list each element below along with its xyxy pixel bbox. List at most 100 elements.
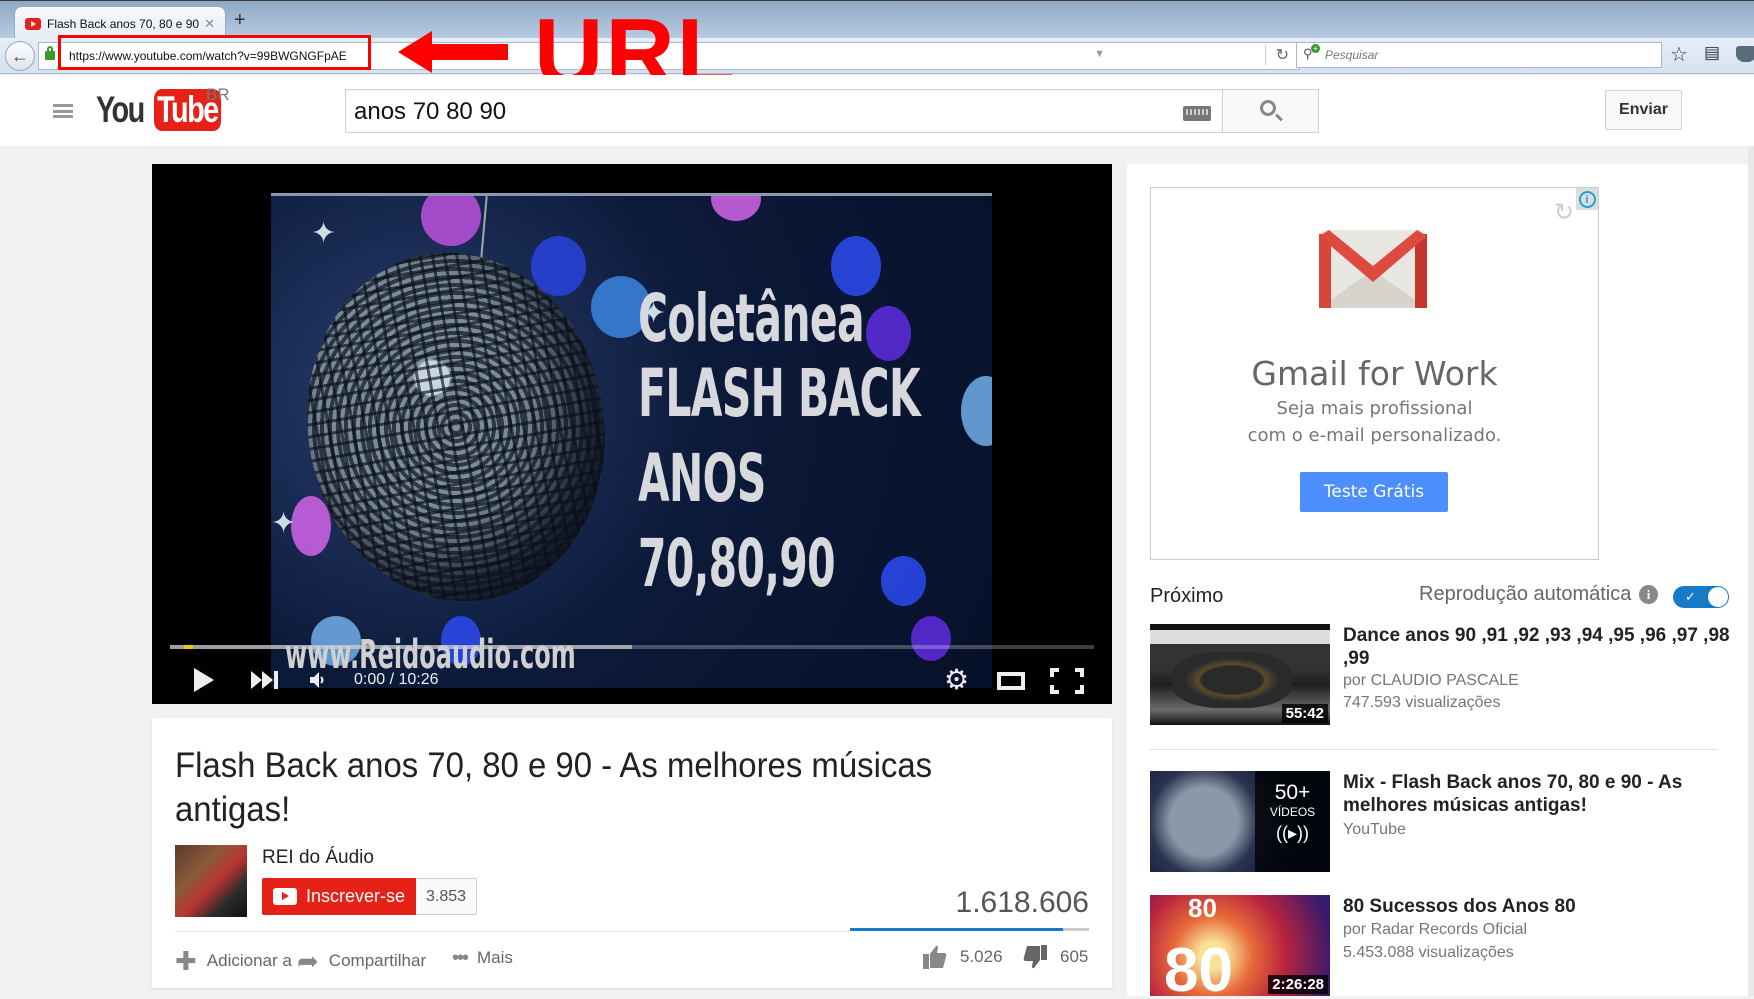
thumbnail-text: 80: [1188, 895, 1217, 923]
channel-name[interactable]: REI do Áudio: [262, 847, 374, 869]
new-tab-button[interactable]: +: [234, 9, 246, 32]
video-channel: por Radar Records Oficial: [1343, 921, 1528, 938]
mix-radio-icon: ((▸)): [1275, 823, 1309, 843]
sparkle-icon: ✦: [271, 507, 297, 540]
search-icon: [1259, 100, 1276, 116]
disco-ball-string: [480, 196, 488, 258]
keyboard-icon[interactable]: [1183, 106, 1211, 121]
share-button[interactable]: ➦ Compartilhar: [297, 948, 426, 974]
up-next-video[interactable]: 50+ VÍDEOS ((▸)) Mix - Flash Back anos 7…: [1150, 771, 1740, 875]
back-button[interactable]: ←: [5, 41, 35, 71]
more-button[interactable]: ••• Mais: [452, 948, 513, 968]
subscribe-label: Inscrever-se: [306, 886, 406, 906]
thumbs-down-icon: [1023, 945, 1047, 969]
volume-icon[interactable]: [308, 670, 328, 690]
add-to-label: Adicionar a: [206, 951, 292, 970]
overlay-line: FLASH BACK: [638, 355, 921, 432]
video-title[interactable]: Dance anos 90 ,91 ,92 ,93 ,94 ,95 ,96 ,9…: [1343, 624, 1738, 670]
bokeh-light: [531, 236, 586, 296]
likes-fill: [850, 928, 1064, 931]
info-icon: i: [1578, 190, 1596, 208]
turntable-image: [1172, 652, 1292, 708]
subscriber-count: 3.853: [416, 878, 478, 915]
video-title: Flash Back anos 70, 80 e 90 - As melhore…: [175, 746, 933, 829]
fullscreen-icon[interactable]: [1050, 668, 1084, 694]
theater-mode-icon[interactable]: [997, 672, 1025, 690]
up-next-video[interactable]: 55:42 Dance anos 90 ,91 ,92 ,93 ,94 ,95 …: [1150, 624, 1740, 728]
search-button[interactable]: [1222, 89, 1319, 133]
add-to-button[interactable]: ✚ Adicionar a: [175, 948, 292, 974]
bokeh-light: [421, 196, 481, 246]
ad-banner[interactable]: i ↻ Gmail for Work Seja mais profissiona…: [1150, 187, 1599, 560]
video-views: 5.453.088 visualizações: [1343, 944, 1514, 961]
youtube-header: You Tube BR anos 70 80 90 Enviar: [0, 75, 1754, 147]
reload-icon[interactable]: ↻: [1264, 45, 1289, 65]
thumbs-up-icon: [923, 945, 947, 969]
time-display: 0:00 / 10:26: [354, 671, 439, 688]
like-dislike-bar: [850, 928, 1089, 931]
sidebar: i ↻ Gmail for Work Seja mais profissiona…: [1127, 164, 1754, 996]
settings-gear-icon[interactable]: ⚙: [944, 666, 969, 694]
divider: [1150, 749, 1718, 750]
video-title[interactable]: 80 Sucessos dos Anos 80: [1343, 895, 1738, 918]
youtube-favicon-icon: [25, 17, 41, 30]
dislike-button[interactable]: 605: [1022, 944, 1088, 970]
player-controls: 0:00 / 10:26 ⚙: [152, 654, 1112, 704]
logo-you: You: [96, 89, 145, 130]
back-arrow-icon: ←: [11, 45, 29, 66]
next-icon[interactable]: [251, 671, 281, 689]
ad-cta-button[interactable]: Teste Grátis: [1300, 472, 1448, 512]
country-code: BR: [206, 85, 230, 104]
annotation-arrow-icon: [398, 31, 508, 73]
playhead[interactable]: [184, 645, 193, 649]
url-highlight-box: [58, 35, 371, 70]
tab-close-icon[interactable]: ✕: [204, 16, 215, 32]
bokeh-light: [881, 556, 926, 606]
bokeh-light: [866, 306, 911, 361]
up-next-video[interactable]: 80 80 2:26:28 80 Sucessos dos Anos 80 po…: [1150, 895, 1740, 999]
page-scrollbar[interactable]: [1748, 147, 1754, 996]
overlay-line: 70,80,90: [638, 525, 836, 602]
toggle-knob: [1708, 587, 1728, 607]
bookmarks-list-icon[interactable]: ▤: [1704, 43, 1720, 63]
like-button[interactable]: 5.026: [922, 944, 1003, 970]
menu-icon[interactable]: [53, 104, 73, 118]
ad-info-button[interactable]: i: [1576, 188, 1598, 210]
ad-description-line: com o e-mail personalizado.: [1247, 425, 1502, 446]
autoplay-info-icon[interactable]: i: [1639, 585, 1658, 604]
youtube-logo[interactable]: You Tube BR: [96, 85, 240, 131]
upload-button[interactable]: Enviar: [1605, 90, 1682, 130]
plus-icon: ✚: [175, 946, 197, 976]
view-count: 1.618.606: [955, 886, 1089, 919]
bokeh-light: [711, 196, 761, 221]
browser-search-input[interactable]: ⚲ + Pesquisar: [1296, 42, 1662, 68]
video-duration: 2:26:28: [1268, 975, 1328, 994]
bookmark-star-icon[interactable]: ☆: [1670, 42, 1688, 67]
video-thumbnail[interactable]: 55:42: [1150, 624, 1330, 725]
video-channel: por CLAUDIO PASCALE: [1343, 672, 1519, 689]
autoplay-toggle[interactable]: ✓: [1673, 586, 1729, 608]
playlist-thumbnail[interactable]: 50+ VÍDEOS ((▸)): [1150, 771, 1330, 872]
play-icon[interactable]: [194, 668, 214, 692]
search-placeholder: Pesquisar: [1325, 48, 1379, 62]
share-label: Compartilhar: [328, 951, 427, 970]
progress-bar[interactable]: [170, 645, 1094, 649]
youtube-search-input[interactable]: anos 70 80 90: [345, 89, 1223, 133]
ad-title: Gmail for Work: [1251, 354, 1498, 393]
dislike-count: 605: [1060, 947, 1089, 966]
youtube-play-icon: [273, 888, 297, 905]
history-dropdown-icon[interactable]: ▼: [1094, 48, 1105, 60]
video-title[interactable]: Mix - Flash Back anos 70, 80 e 90 - As m…: [1343, 771, 1738, 817]
tab-title: Flash Back anos 70, 80 e 90 ...: [47, 16, 201, 31]
ad-refresh-icon[interactable]: ↻: [1554, 198, 1574, 227]
subscribe-button[interactable]: Inscrever-se 3.853: [262, 878, 478, 915]
channel-avatar[interactable]: [175, 845, 247, 917]
subscribe-label-wrap[interactable]: Inscrever-se: [262, 878, 417, 915]
add-search-engine-icon: +: [1311, 44, 1320, 53]
video-thumbnail[interactable]: 80 80 2:26:28: [1150, 895, 1330, 996]
video-player[interactable]: ✦ ✦ ✦ Coletânea FLASH BACK ANOS 70,80,90…: [152, 164, 1112, 704]
bokeh-light: [961, 376, 992, 446]
check-icon: ✓: [1685, 589, 1696, 604]
pocket-icon[interactable]: [1736, 46, 1754, 62]
ad-description-line: Seja mais profissional: [1276, 398, 1473, 419]
